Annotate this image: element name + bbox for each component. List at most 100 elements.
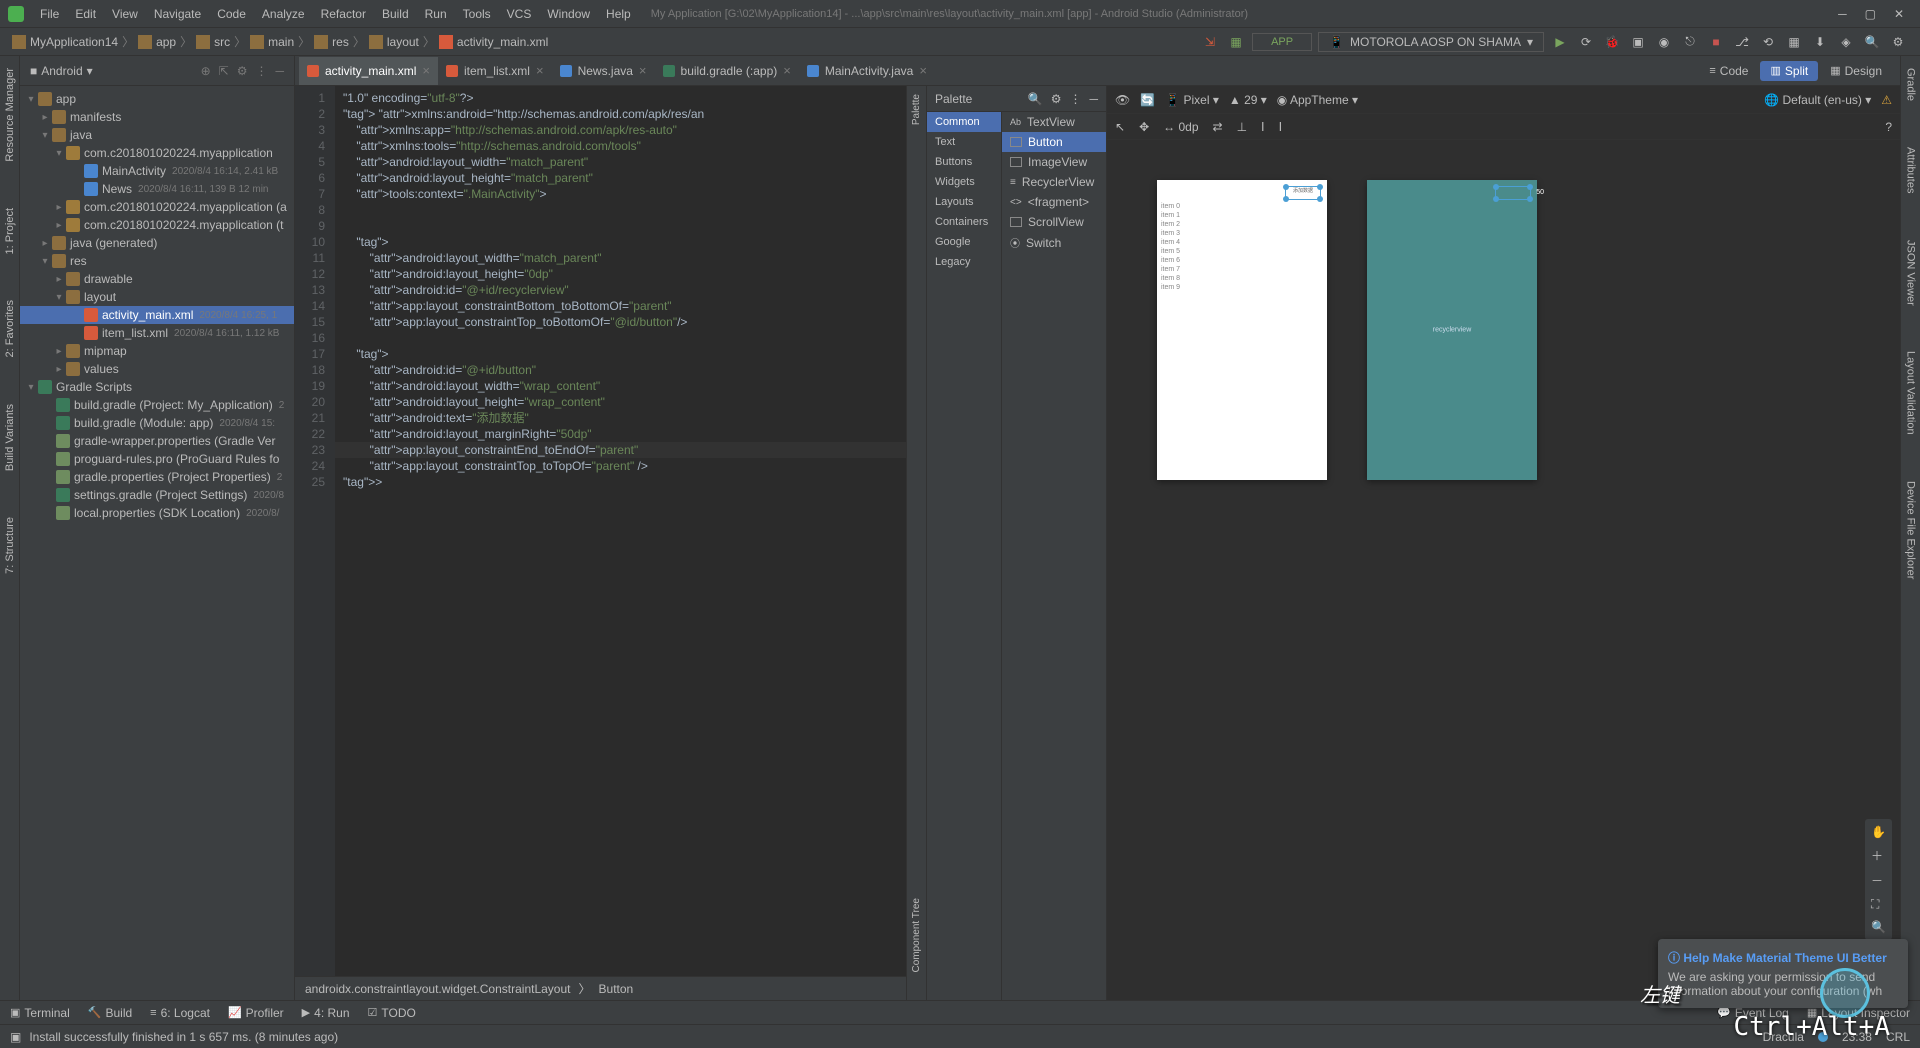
settings-icon[interactable]: ⚙ xyxy=(1888,32,1908,52)
crumb-src[interactable]: src xyxy=(196,35,230,49)
settings-icon[interactable]: ⚙ xyxy=(1051,92,1062,106)
crumb-app[interactable]: app xyxy=(138,35,176,49)
tool-json-viewer[interactable]: JSON Viewer xyxy=(1903,232,1919,314)
close-icon[interactable]: ✕ xyxy=(1894,7,1904,21)
menu-analyze[interactable]: Analyze xyxy=(254,7,313,21)
palette-cat-layouts[interactable]: Layouts xyxy=(927,192,1001,212)
sync-gradle-icon[interactable]: ⟲ xyxy=(1758,32,1778,52)
pan-tool-icon[interactable]: ✋ xyxy=(1871,825,1886,839)
project-view-select[interactable]: ■ Android ▾ xyxy=(30,64,93,78)
notification-balloon[interactable]: ⓘ Help Make Material Theme UI Better We … xyxy=(1658,939,1908,1008)
hide-icon[interactable]: ─ xyxy=(1089,92,1098,106)
zoom-fit-icon[interactable]: ⛶ xyxy=(1871,897,1886,912)
crumb-project[interactable]: MyApplication14 xyxy=(12,35,118,49)
tool-favorites[interactable]: 2: Favorites xyxy=(2,292,18,365)
zoom-in-icon[interactable]: ＋ xyxy=(1871,847,1886,864)
view-code[interactable]: ≡ Code xyxy=(1699,61,1758,81)
hide-icon[interactable]: ─ xyxy=(275,64,284,78)
locale-select[interactable]: 🌐 Default (en-us) ▾ xyxy=(1764,93,1871,107)
collapse-icon[interactable]: ⇱ xyxy=(219,64,229,78)
project-tree[interactable]: ▾app ▸manifests ▾java ▾com.c201801020224… xyxy=(20,86,294,1000)
coverage-icon[interactable]: ▣ xyxy=(1628,32,1648,52)
more-icon[interactable]: Ⅰ xyxy=(1279,120,1283,134)
tool-run[interactable]: ▶ 4: Run xyxy=(302,1006,350,1020)
device-select[interactable]: 📱 Pixel ▾ xyxy=(1165,93,1219,107)
more-icon[interactable]: ⋮ xyxy=(255,64,267,78)
tool-gradle[interactable]: Gradle xyxy=(1903,60,1919,109)
palette-item-switch[interactable]: ⦿Switch xyxy=(1002,232,1106,253)
tab-main-activity[interactable]: MainActivity.java× xyxy=(799,57,935,85)
sync-icon[interactable]: ⇲ xyxy=(1200,32,1220,52)
debug-icon[interactable]: 🐞 xyxy=(1602,32,1622,52)
tool-project[interactable]: 1: Project xyxy=(2,200,18,262)
search-icon[interactable]: 🔍 xyxy=(1028,92,1043,106)
blueprint-surface[interactable]: 50 recyclerview xyxy=(1367,180,1537,480)
select-icon[interactable]: ↖ xyxy=(1115,120,1125,134)
orientation-icon[interactable]: 🔄 xyxy=(1140,93,1155,107)
crumb-file[interactable]: activity_main.xml xyxy=(439,35,548,49)
close-tab-icon[interactable]: × xyxy=(536,63,544,78)
settings-gear-icon[interactable]: ⚙ xyxy=(237,64,248,78)
tab-build-gradle[interactable]: build.gradle (:app)× xyxy=(655,57,799,85)
tab-activity-main[interactable]: activity_main.xml× xyxy=(299,57,438,85)
tool-logcat[interactable]: ≡ 6: Logcat xyxy=(150,1006,210,1020)
status-icon[interactable]: ▣ xyxy=(10,1030,21,1044)
menu-help[interactable]: Help xyxy=(598,7,639,21)
resource-manager-icon[interactable]: ◈ xyxy=(1836,32,1856,52)
tab-item-list[interactable]: item_list.xml× xyxy=(438,57,552,85)
apply-changes-icon[interactable]: ⟳ xyxy=(1576,32,1596,52)
palette-item-textview[interactable]: AbTextView xyxy=(1002,112,1106,132)
palette-cat-legacy[interactable]: Legacy xyxy=(927,252,1001,272)
tool-resource-manager[interactable]: Resource Manager xyxy=(2,60,18,170)
zoom-actual-icon[interactable]: 🔍 xyxy=(1871,920,1886,934)
button-preview[interactable]: 添加数据 xyxy=(1285,186,1321,200)
palette-item-imageview[interactable]: ImageView xyxy=(1002,152,1106,172)
palette-cat-text[interactable]: Text xyxy=(927,132,1001,152)
target-icon[interactable]: ⊕ xyxy=(201,64,211,78)
crumb-main[interactable]: main xyxy=(250,35,294,49)
more-icon[interactable]: ⋮ xyxy=(1069,92,1081,106)
tool-attributes[interactable]: Attributes xyxy=(1903,139,1919,201)
theme-select[interactable]: ◉ AppTheme ▾ xyxy=(1277,93,1358,107)
tool-structure[interactable]: 7: Structure xyxy=(2,509,18,582)
palette-item-scrollview[interactable]: ScrollView xyxy=(1002,212,1106,232)
close-tab-icon[interactable]: × xyxy=(422,63,430,78)
palette-cat-common[interactable]: Common xyxy=(927,112,1001,132)
status-theme[interactable]: Dracula xyxy=(1763,1030,1804,1044)
code-editor[interactable]: 1234567891011121314151617181920212223242… xyxy=(295,86,907,1000)
component-tree-tab[interactable]: Component Tree xyxy=(909,890,924,981)
palette-cat-widgets[interactable]: Widgets xyxy=(927,172,1001,192)
menu-vcs[interactable]: VCS xyxy=(499,7,540,21)
avd-manager-icon[interactable]: ▦ xyxy=(1784,32,1804,52)
menu-refactor[interactable]: Refactor xyxy=(313,7,374,21)
menu-window[interactable]: Window xyxy=(539,7,598,21)
menu-edit[interactable]: Edit xyxy=(67,7,104,21)
minimize-icon[interactable]: ─ xyxy=(1838,7,1847,21)
element-breadcrumb[interactable]: androidx.constraintlayout.widget.Constra… xyxy=(295,976,906,1000)
api-select[interactable]: ▲ 29 ▾ xyxy=(1229,93,1267,107)
search-icon[interactable]: 🔍 xyxy=(1862,32,1882,52)
menu-build[interactable]: Build xyxy=(374,7,417,21)
design-canvas[interactable]: 添加数据 item 0item 1item 2item 3item 4item … xyxy=(1107,140,1900,1000)
run-config-select[interactable]: APP xyxy=(1252,33,1312,51)
avd-icon[interactable]: ▦ xyxy=(1226,32,1246,52)
design-surface[interactable]: 添加数据 item 0item 1item 2item 3item 4item … xyxy=(1157,180,1327,480)
tool-build[interactable]: 🔨 Build xyxy=(88,1006,132,1020)
close-tab-icon[interactable]: × xyxy=(919,63,927,78)
stop-icon[interactable]: ■ xyxy=(1706,32,1726,52)
tool-todo[interactable]: ☑ TODO xyxy=(368,1006,416,1020)
tool-build-variants[interactable]: Build Variants xyxy=(2,396,18,479)
crumb-layout[interactable]: layout xyxy=(369,35,419,49)
warnings-icon[interactable]: ⚠ xyxy=(1881,93,1892,107)
tool-terminal[interactable]: ▣ Terminal xyxy=(10,1006,70,1020)
status-encoding[interactable]: CRL xyxy=(1886,1030,1910,1044)
bias-icon[interactable]: ⊥ xyxy=(1237,120,1247,134)
code-content[interactable]: "1.0" encoding="utf-8"?>"tag"> "attr">xm… xyxy=(335,86,906,976)
sdk-manager-icon[interactable]: ⬇ xyxy=(1810,32,1830,52)
profile-icon[interactable]: ◉ xyxy=(1654,32,1674,52)
menu-view[interactable]: View xyxy=(104,7,146,21)
view-design[interactable]: ▦ Design xyxy=(1820,61,1892,81)
palette-cat-containers[interactable]: Containers xyxy=(927,212,1001,232)
tool-device-file-explorer[interactable]: Device File Explorer xyxy=(1903,473,1919,587)
palette-cat-buttons[interactable]: Buttons xyxy=(927,152,1001,172)
